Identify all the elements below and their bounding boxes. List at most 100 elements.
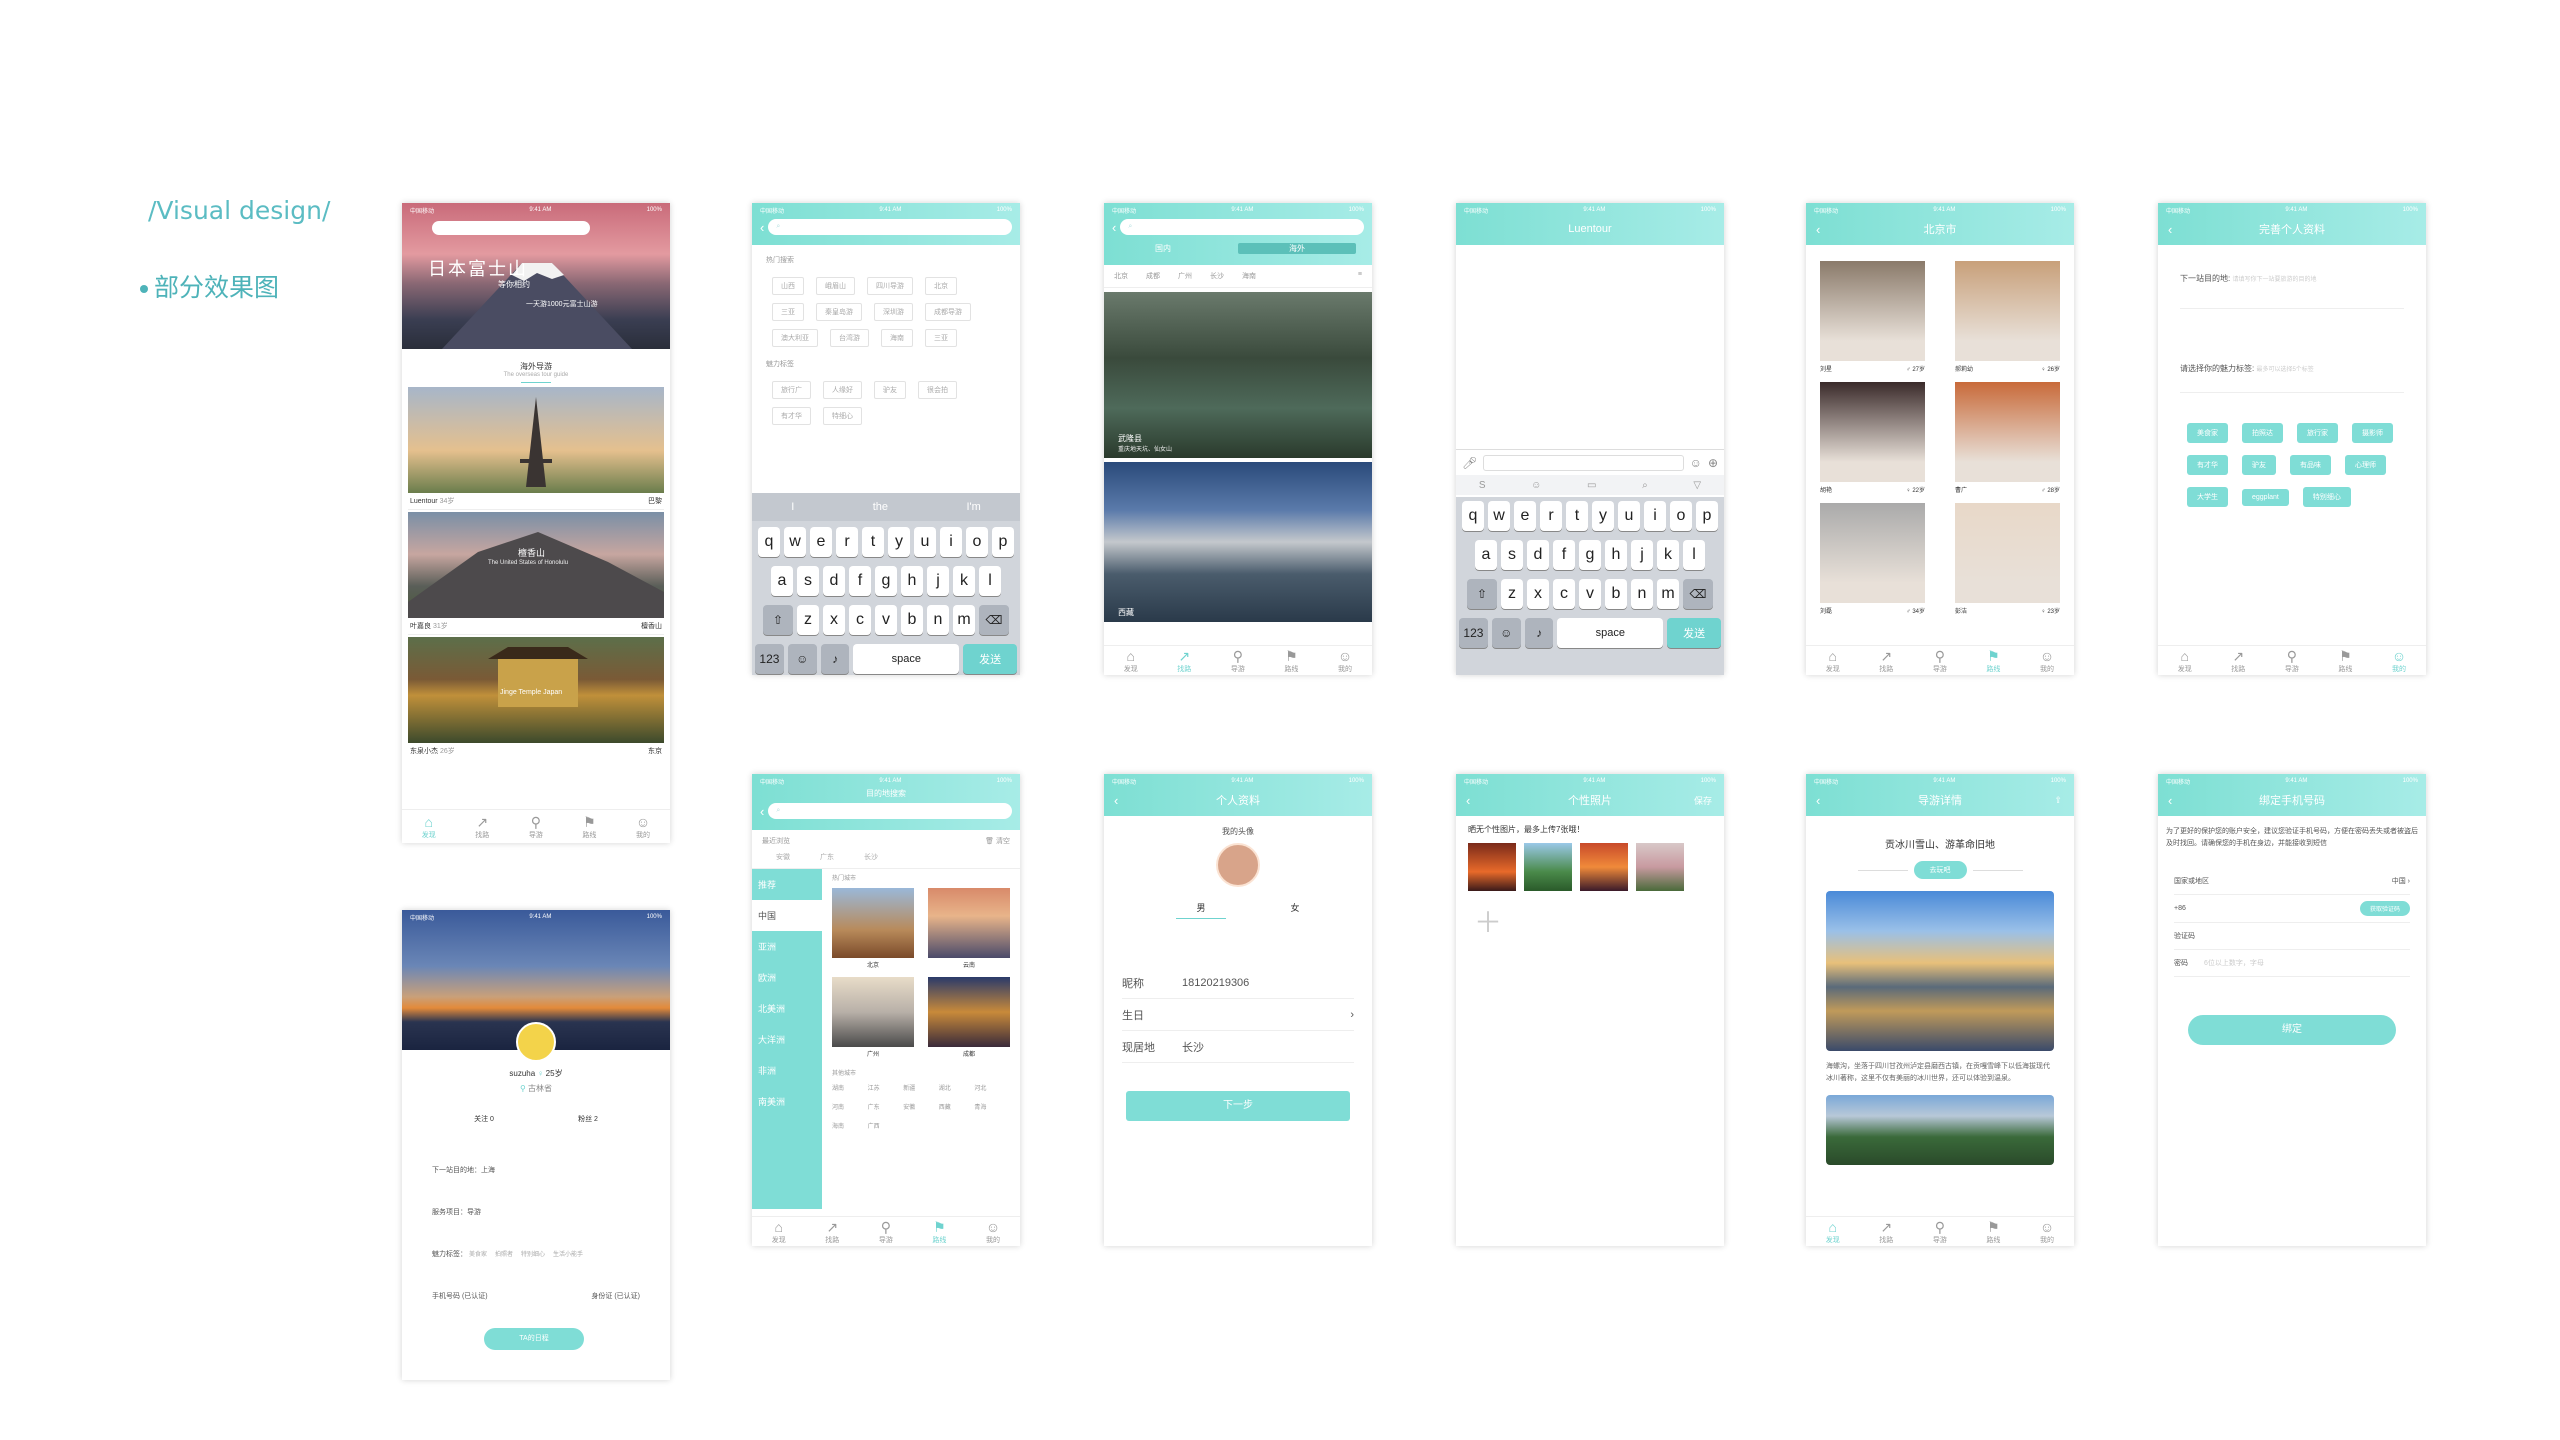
emoji-icon[interactable]: ☺ xyxy=(1690,456,1702,470)
space-key[interactable]: space xyxy=(853,644,960,674)
key[interactable]: m xyxy=(953,605,975,635)
charm-tag-chip[interactable]: 有才华 xyxy=(2187,455,2228,475)
key[interactable]: f xyxy=(849,566,871,596)
hot-chip[interactable]: 山西 xyxy=(772,277,804,295)
glacier-photo[interactable] xyxy=(1826,891,2054,1051)
search-input[interactable]: ⌕ xyxy=(768,219,1012,235)
back-icon[interactable]: ‹ xyxy=(1114,793,1118,808)
key[interactable]: y xyxy=(888,527,910,557)
keyboard[interactable]: Ithe I'm q w e r t y u i o p a s d f g h j k l ⇧ z x c v b n m ⌫ 123 ☺… xyxy=(752,493,1020,675)
guide-card[interactable]: Jinge Temple Japan 东泉小杰 26岁 东京 xyxy=(408,637,664,759)
hot-chip[interactable]: 峨眉山 xyxy=(816,277,855,295)
hot-chip[interactable]: 四川导游 xyxy=(867,277,913,295)
tab-route[interactable]: ↗ 找路 xyxy=(825,1219,839,1245)
recent-item[interactable]: 广东 xyxy=(820,852,834,862)
key[interactable]: l xyxy=(1683,540,1705,570)
tab-flag[interactable]: ⚑ 路线 xyxy=(932,1219,946,1245)
tab-guide[interactable]: ⚲ 导游 xyxy=(529,814,543,840)
city-item[interactable]: 长沙 xyxy=(1210,271,1224,281)
search-input[interactable]: ⌕ xyxy=(1120,219,1364,235)
key[interactable]: z xyxy=(797,605,819,635)
key[interactable]: d xyxy=(1527,540,1549,570)
send-key[interactable]: 发送 xyxy=(1667,618,1721,648)
key[interactable]: i xyxy=(1644,501,1666,531)
tab-route[interactable]: ↗ 找路 xyxy=(1879,1219,1893,1245)
tab-flag[interactable]: ⚑ 路线 xyxy=(2338,648,2352,674)
tab-route[interactable]: ↗ 找路 xyxy=(1879,648,1893,674)
charm-chip[interactable]: 驴友 xyxy=(874,381,906,399)
save-button[interactable]: 保存 xyxy=(1694,794,1712,807)
city-item[interactable]: 成都 xyxy=(1146,271,1160,281)
back-icon[interactable]: ‹ xyxy=(1112,220,1116,235)
s-icon[interactable]: S xyxy=(1479,480,1486,491)
tab-discover[interactable]: ⌂ 发现 xyxy=(1826,648,1840,674)
key[interactable]: b xyxy=(1605,579,1627,609)
key[interactable]: v xyxy=(1579,579,1601,609)
menu-icon[interactable]: ≡ xyxy=(1358,271,1362,281)
region-item[interactable]: 推荐 xyxy=(752,869,822,900)
share-icon[interactable]: ⇪ xyxy=(2054,795,2062,806)
delete-key[interactable]: ⌫ xyxy=(1683,579,1713,609)
key[interactable]: b xyxy=(901,605,923,635)
key[interactable]: i xyxy=(940,527,962,557)
key[interactable]: p xyxy=(992,527,1014,557)
tab-route[interactable]: ↗ 找路 xyxy=(475,814,489,840)
chat-input[interactable] xyxy=(1483,454,1684,471)
key[interactable]: n xyxy=(927,605,949,635)
gender-female[interactable]: 女 xyxy=(1290,901,1299,919)
charm-tag-chip[interactable]: 驴友 xyxy=(2242,455,2276,475)
tab-me[interactable]: ☺ 我的 xyxy=(2392,648,2406,674)
region-item[interactable]: 北美洲 xyxy=(752,993,822,1024)
tab-domestic[interactable]: 国内 xyxy=(1104,243,1222,254)
other-city[interactable]: 安徽 xyxy=(903,1102,939,1111)
back-icon[interactable]: ‹ xyxy=(1816,793,1820,808)
charm-chip[interactable]: 有才华 xyxy=(772,407,811,425)
key[interactable]: j xyxy=(927,566,949,596)
key[interactable]: r xyxy=(836,527,858,557)
other-city[interactable]: 江苏 xyxy=(868,1083,904,1092)
person-card[interactable]: 刘星 ♂ 27岁 xyxy=(1820,261,1925,376)
key[interactable]: o xyxy=(1670,501,1692,531)
follow-count[interactable]: 关注 0 xyxy=(474,1114,494,1124)
play-tag[interactable]: 去玩吧 xyxy=(1913,861,1967,879)
city-item[interactable]: 北京 xyxy=(1114,271,1128,281)
charm-chip[interactable]: 人缘好 xyxy=(823,381,862,399)
other-city[interactable]: 新疆 xyxy=(903,1083,939,1092)
emoji-key[interactable]: ☺ xyxy=(787,644,817,674)
key[interactable]: e xyxy=(1514,501,1536,531)
keyboard-icon[interactable]: ▭ xyxy=(1587,480,1596,491)
key[interactable]: a xyxy=(771,566,793,596)
tab-me[interactable]: ☺ 我的 xyxy=(2040,648,2054,674)
keyboard[interactable]: q w e r t y u i o p a s d f g h j k l ⇧ z x c v b n m ⌫ 123 ☺ ♪ space 发送 xyxy=(1456,497,1724,675)
avatar[interactable] xyxy=(1216,843,1260,887)
clear-button[interactable]: 🗑︎ 清空 xyxy=(985,836,1010,846)
charm-tag-chip[interactable]: 摄影师 xyxy=(2352,423,2393,443)
tab-discover[interactable]: ⌂ 发现 xyxy=(2178,648,2192,674)
hot-chip[interactable]: 海南 xyxy=(881,329,913,347)
charm-tag-chip[interactable]: 拍照达 xyxy=(2242,423,2283,443)
hot-chip[interactable]: 成都导游 xyxy=(925,303,971,321)
birthday-field[interactable]: 生日 › xyxy=(1122,999,1354,1031)
bind-button[interactable]: 绑定 xyxy=(2188,1015,2396,1045)
key[interactable]: v xyxy=(875,605,897,635)
person-card[interactable]: 彭洁 ♀ 23岁 xyxy=(1955,503,2060,618)
key[interactable]: u xyxy=(914,527,936,557)
gender-male[interactable]: 男 xyxy=(1176,901,1226,919)
num-key[interactable]: 123 xyxy=(1459,618,1488,648)
emoji-key[interactable]: ☺ xyxy=(1491,618,1521,648)
get-code-button[interactable]: 获取验证码 xyxy=(2359,901,2410,916)
tab-guide[interactable]: ⚲ 导游 xyxy=(2285,648,2299,674)
key[interactable]: k xyxy=(953,566,975,596)
key[interactable]: s xyxy=(1501,540,1523,570)
plus-icon[interactable]: ⊕ xyxy=(1708,456,1718,470)
back-icon[interactable]: ‹ xyxy=(760,804,764,819)
recent-item[interactable]: 安徽 xyxy=(776,852,790,862)
forest-photo[interactable] xyxy=(1826,1095,2054,1165)
verify-field[interactable]: 验证码 xyxy=(2174,923,2410,950)
person-card[interactable]: 刘磊 ♂ 34岁 xyxy=(1820,503,1925,618)
tab-guide[interactable]: ⚲ 导游 xyxy=(1933,1219,1947,1245)
tab-me[interactable]: ☺ 我的 xyxy=(1338,648,1352,674)
mic-icon[interactable]: 🎤︎ xyxy=(1462,456,1477,470)
hot-chip[interactable]: 澳大利亚 xyxy=(772,329,818,347)
key[interactable]: g xyxy=(1579,540,1601,570)
